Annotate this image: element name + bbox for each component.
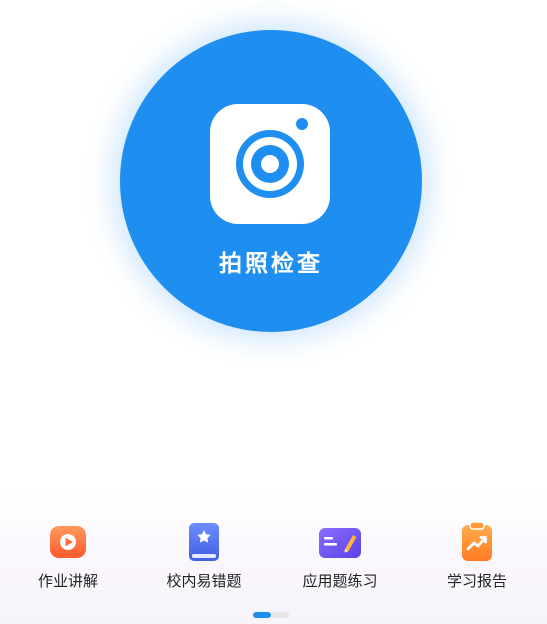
photo-check-button[interactable]: 拍照检查 bbox=[120, 30, 422, 332]
feature-study-report[interactable]: 学习报告 bbox=[409, 508, 545, 598]
page-indicator bbox=[253, 612, 293, 618]
star-book-icon bbox=[178, 516, 230, 568]
camera-icon bbox=[210, 104, 330, 224]
page-dot-inactive bbox=[271, 612, 289, 618]
feature-label: 应用题练习 bbox=[302, 572, 378, 590]
photo-check-label: 拍照检查 bbox=[219, 251, 323, 277]
feature-label: 校内易错题 bbox=[166, 572, 242, 590]
feature-word-problems[interactable]: 应用题练习 bbox=[272, 508, 408, 598]
trend-clipboard-icon bbox=[451, 516, 503, 568]
feature-school-mistakes[interactable]: 校内易错题 bbox=[136, 508, 272, 598]
open-book-pen-icon bbox=[314, 516, 366, 568]
feature-homework-explain[interactable]: 作业讲解 bbox=[0, 508, 136, 598]
video-play-icon bbox=[42, 516, 94, 568]
feature-label: 作业讲解 bbox=[37, 572, 98, 590]
page-dot-active bbox=[253, 612, 271, 618]
feature-label: 学习报告 bbox=[446, 572, 507, 590]
